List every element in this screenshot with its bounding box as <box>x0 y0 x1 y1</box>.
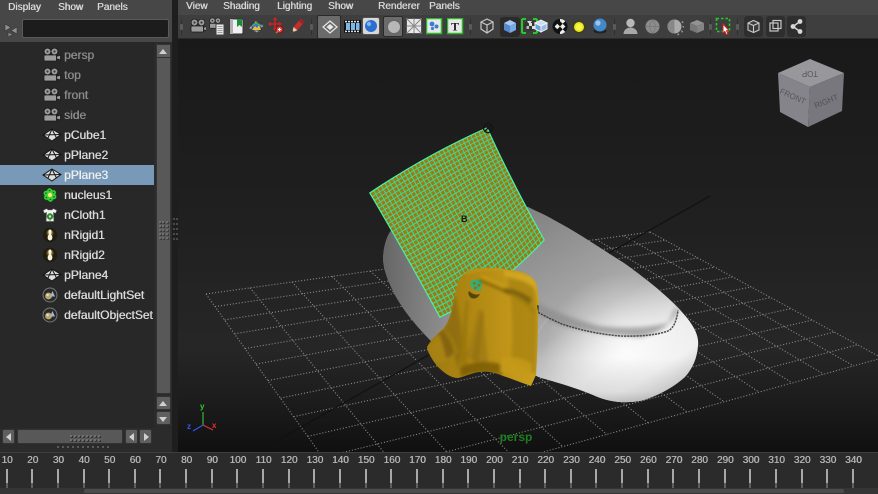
svg-text:z: z <box>187 422 191 431</box>
svg-text:persp: persp <box>500 430 533 444</box>
svg-text:y: y <box>200 402 205 411</box>
svg-text:B: B <box>461 214 468 224</box>
svg-text:TOP: TOP <box>802 69 818 78</box>
svg-text:x: x <box>212 421 217 430</box>
